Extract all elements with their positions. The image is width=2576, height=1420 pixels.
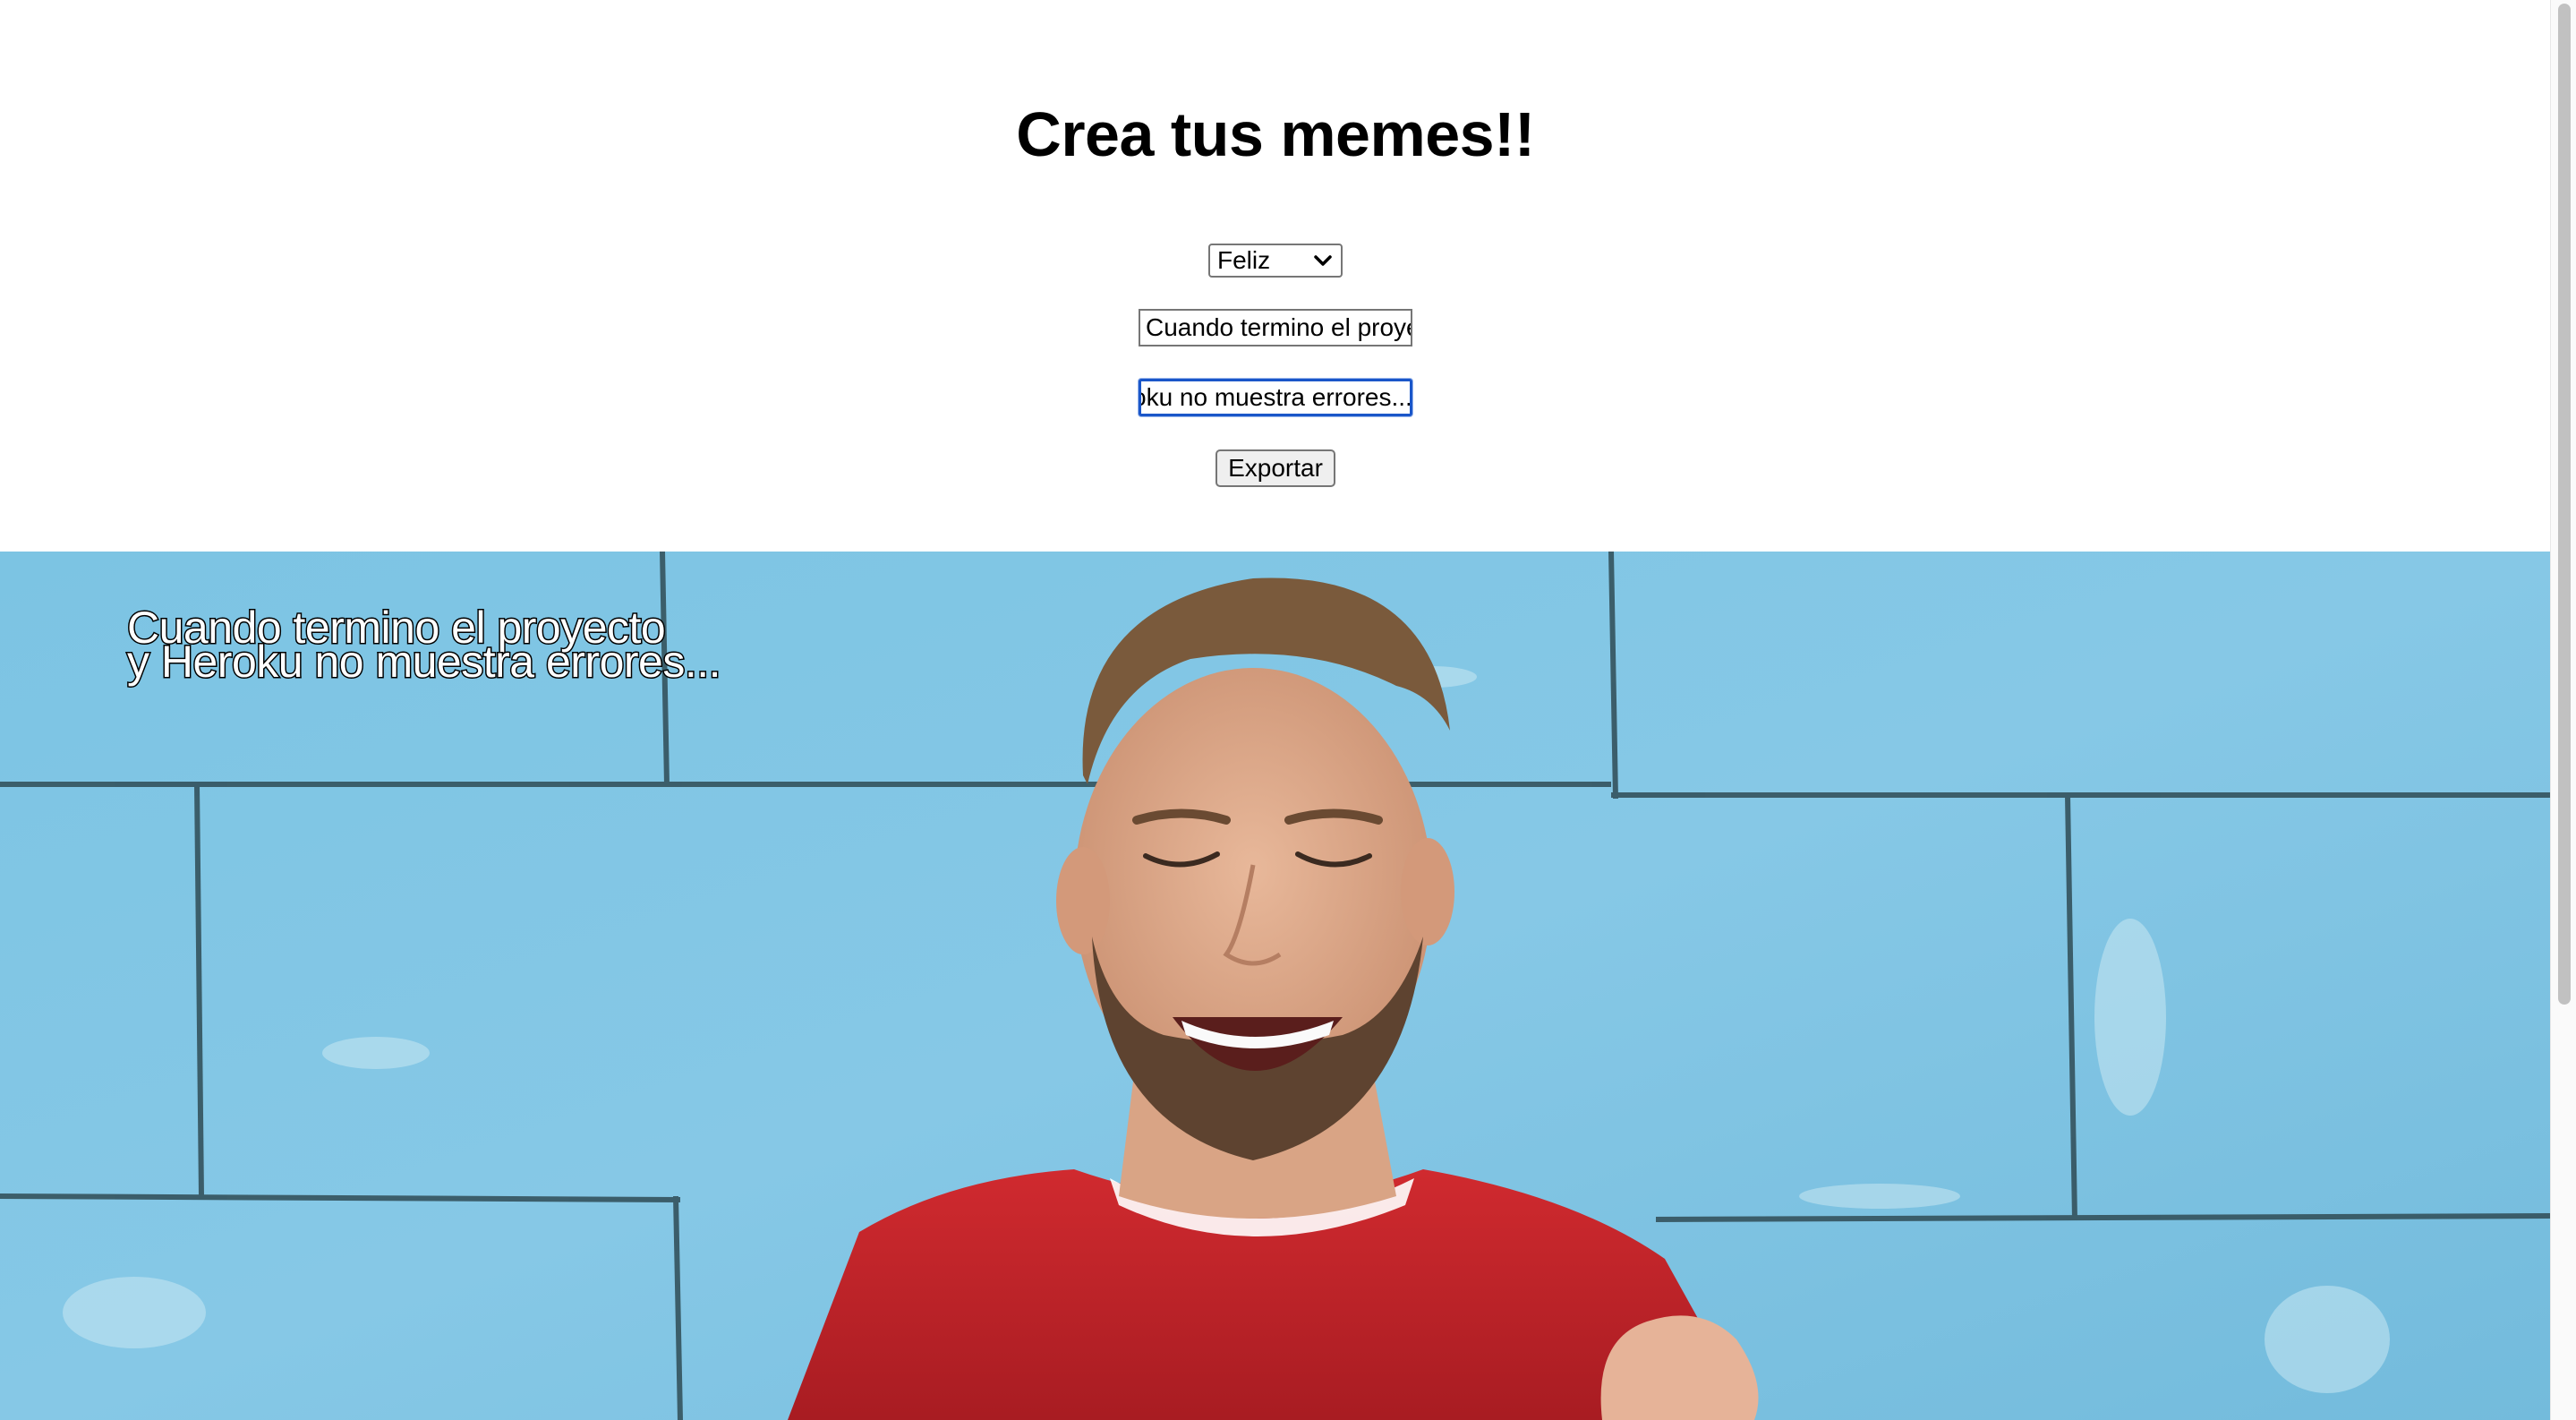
left-ear [1056, 847, 1110, 954]
scrollbar-thumb[interactable] [2558, 4, 2571, 1005]
meme-caption: Cuando termino el proyecto y Heroku no m… [125, 604, 722, 686]
mood-select[interactable]: Feliz [1208, 244, 1343, 278]
caption-line2-input-text: oku no muestra errores... [1139, 383, 1412, 411]
meme-generator: Crea tus memes!! Feliz Cuando termino el… [0, 0, 2551, 1420]
mood-select-value: Feliz [1217, 246, 1271, 274]
page: Crea tus memes!! Feliz Cuando termino el… [0, 0, 2576, 1420]
meme-caption-line2: y Heroku no muestra errores... [125, 637, 722, 687]
export-button[interactable]: Exportar [1215, 449, 1335, 487]
right-ear [1401, 838, 1454, 945]
caption-line1-input[interactable]: Cuando termino el proye [1139, 309, 1412, 346]
caption-line2-input[interactable]: oku no muestra errores... [1139, 379, 1412, 416]
caption-line1-input-text: Cuando termino el proye [1146, 313, 1412, 341]
vertical-scrollbar[interactable] [2550, 0, 2576, 1420]
page-title: Crea tus memes!! [1016, 99, 1535, 169]
chevron-down-icon [1314, 255, 1332, 266]
